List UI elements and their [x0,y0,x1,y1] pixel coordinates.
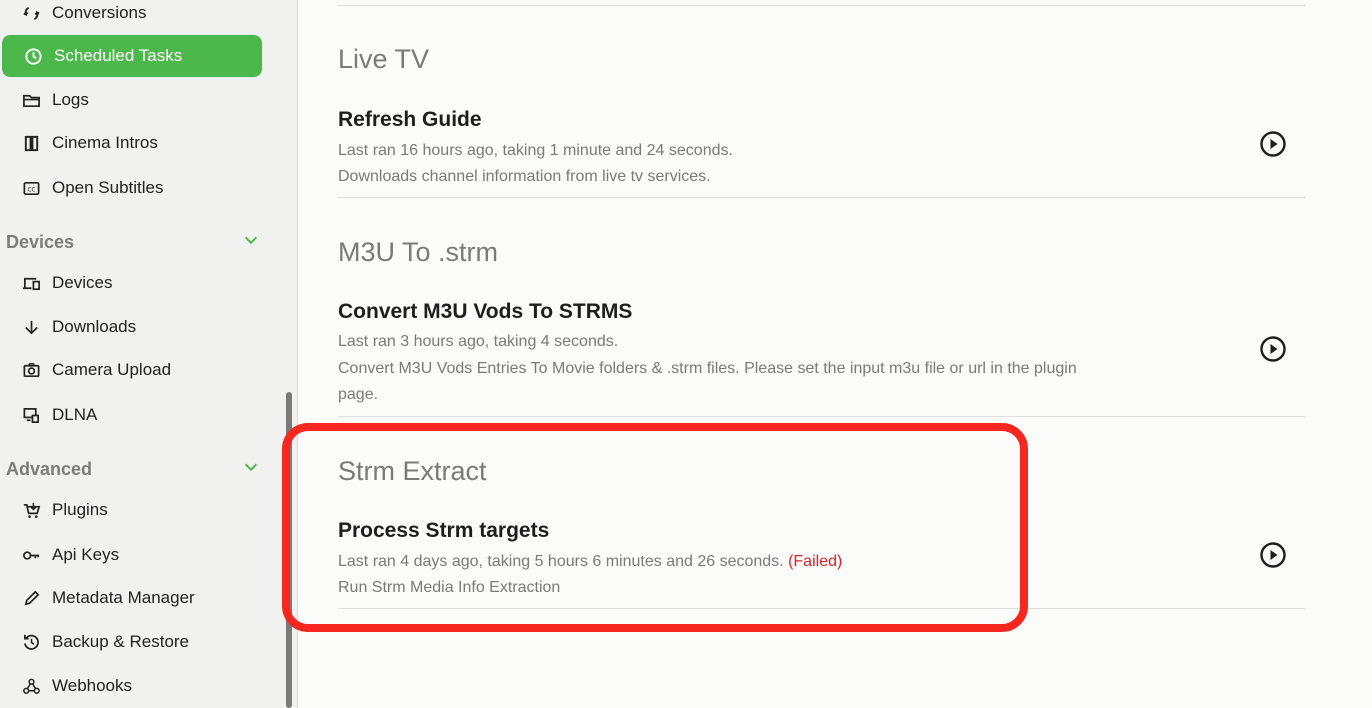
film-icon [20,132,42,154]
sidebar-item-label: Devices [52,273,113,292]
sidebar-item-label: Logs [52,90,89,109]
task-name-convert-m3u[interactable]: Convert M3U Vods To STRMS [338,300,632,324]
sidebar-item-downloads[interactable]: Downloads [0,306,262,348]
sidebar-item-label: Scheduled Tasks [54,46,183,65]
run-task-button[interactable] [1258,129,1288,159]
download-arrow-icon [20,316,42,338]
devices-section-header[interactable]: Devices [6,227,260,257]
conversions-icon [20,2,42,24]
clock-icon [22,45,44,67]
sidebar-item-metadata-manager[interactable]: Metadata Manager [0,577,262,619]
sidebar-item-label: DLNA [52,405,98,424]
divider [338,197,1305,198]
sidebar-item-webhooks[interactable]: Webhooks [0,665,262,707]
run-task-button[interactable] [1258,334,1288,364]
highlight-annotation [282,423,1028,632]
webhook-icon [20,675,42,697]
sidebar-item-label: Webhooks [52,676,133,695]
sidebar-item-camera-upload[interactable]: Camera Upload [0,349,262,391]
sidebar-item-label: Cinema Intros [52,133,158,152]
section-title: Advanced [6,458,93,479]
sidebar-item-label: Api Keys [52,545,120,564]
devices-icon [20,272,42,294]
section-title: Devices [6,231,75,252]
sidebar-item-backup-restore[interactable]: Backup & Restore [0,621,262,663]
sidebar-item-label: Downloads [52,317,137,336]
play-circle-icon [1260,542,1286,568]
chevron-down-icon [242,458,260,481]
task-description: Convert M3U Vods Entries To Movie folder… [338,360,1077,377]
sidebar-item-api-keys[interactable]: Api Keys [0,534,262,576]
sidebar-item-plugins[interactable]: Plugins [0,489,262,531]
task-description-continued: page. [338,386,379,403]
chevron-down-icon [242,231,260,254]
sidebar-item-scheduled-tasks[interactable]: Scheduled Tasks [2,35,262,77]
sidebar-item-open-subtitles[interactable]: CC Open Subtitles [0,167,262,209]
camera-icon [20,359,42,381]
dlna-icon [20,404,42,426]
sidebar-item-label: Open Subtitles [52,178,164,197]
sidebar-item-label: Camera Upload [52,360,172,379]
cart-icon [20,499,42,521]
sidebar-item-label: Metadata Manager [52,588,195,607]
divider [338,416,1305,417]
divider [338,5,1305,6]
sidebar-item-devices[interactable]: Devices [0,262,262,304]
run-task-button[interactable] [1258,540,1288,570]
pencil-icon [20,587,42,609]
folder-icon [20,89,42,111]
sidebar-item-label: Plugins [52,500,108,519]
sidebar-item-label: Backup & Restore [52,632,190,651]
play-circle-icon [1260,131,1286,157]
play-circle-icon [1260,336,1286,362]
task-description: Downloads channel information from live … [338,168,711,185]
sidebar-item-conversions[interactable]: Conversions [0,0,262,34]
group-title-m3u-to-strm: M3U To .strm [338,237,499,267]
advanced-section-header[interactable]: Advanced [6,454,260,484]
sidebar: Conversions Scheduled Tasks Logs Cinema … [0,0,298,708]
sidebar-item-dlna[interactable]: DLNA [0,394,262,436]
sidebar-item-label: Conversions [52,3,147,22]
restore-icon [20,631,42,653]
task-name-refresh-guide[interactable]: Refresh Guide [338,108,482,132]
cc-icon: CC [20,177,42,199]
group-title-live-tv: Live TV [338,44,430,74]
sidebar-item-logs[interactable]: Logs [0,79,262,121]
task-last-ran: Last ran 3 hours ago, taking 4 seconds. [338,333,619,350]
task-last-ran: Last ran 16 hours ago, taking 1 minute a… [338,142,733,159]
sidebar-item-cinema-intros[interactable]: Cinema Intros [0,122,262,164]
svg-text:CC: CC [27,187,35,193]
key-icon [20,544,42,566]
